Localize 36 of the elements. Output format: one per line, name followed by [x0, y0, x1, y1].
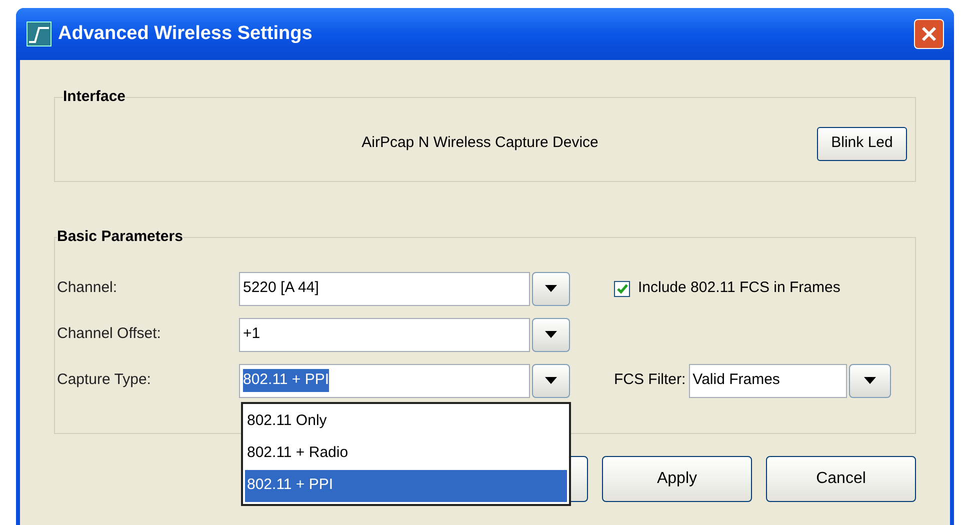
- checkbox-label: Include 802.11 FCS in Frames: [638, 278, 840, 298]
- dropdown-button[interactable]: [532, 364, 570, 398]
- caret-icon: [864, 377, 876, 384]
- group-title: Interface: [63, 87, 126, 107]
- field-label: Channel Offset:: [57, 324, 162, 344]
- field-label: Channel:: [57, 278, 118, 298]
- field-value: 5220 [A 44]: [243, 278, 319, 298]
- close-button[interactable]: [914, 19, 944, 49]
- combo-field[interactable]: 5220 [A 44]: [239, 272, 530, 306]
- dropdown-button[interactable]: [532, 318, 570, 352]
- field-label: Capture Type:: [57, 370, 152, 390]
- device-name: AirPcap N Wireless Capture Device: [360, 133, 600, 154]
- combo-field[interactable]: Valid Frames: [688, 364, 847, 398]
- caret-icon: [545, 377, 557, 384]
- field-label: FCS Filter:: [614, 370, 686, 390]
- combo-field[interactable]: 802.11 + PPI: [239, 364, 530, 398]
- close-icon: [921, 26, 937, 42]
- combo-field[interactable]: +1: [239, 318, 530, 352]
- dropdown-option[interactable]: 802.11 + Radio: [245, 438, 567, 470]
- checkmark-icon: [616, 284, 628, 294]
- dropdown-button[interactable]: [848, 364, 891, 398]
- group-title: Basic Parameters: [57, 227, 183, 247]
- caret-icon: [545, 285, 557, 292]
- dropdown-button[interactable]: [532, 272, 570, 306]
- blink-led-button[interactable]: Blink Led: [817, 126, 907, 160]
- field-value: Valid Frames: [692, 370, 780, 390]
- dialog-button[interactable]: Apply: [602, 456, 752, 502]
- dropdown-option[interactable]: 802.11 Only: [245, 406, 567, 438]
- window-title: Advanced Wireless Settings: [58, 22, 312, 46]
- field-value: 802.11 + PPI: [243, 369, 330, 392]
- waveform-logo-icon: [26, 21, 52, 47]
- caret-icon: [545, 331, 557, 338]
- dialog-button[interactable]: Cancel: [766, 456, 916, 502]
- dropdown-option[interactable]: 802.11 + PPI: [245, 470, 567, 502]
- checkbox[interactable]: [614, 280, 630, 296]
- field-value: +1: [243, 324, 260, 344]
